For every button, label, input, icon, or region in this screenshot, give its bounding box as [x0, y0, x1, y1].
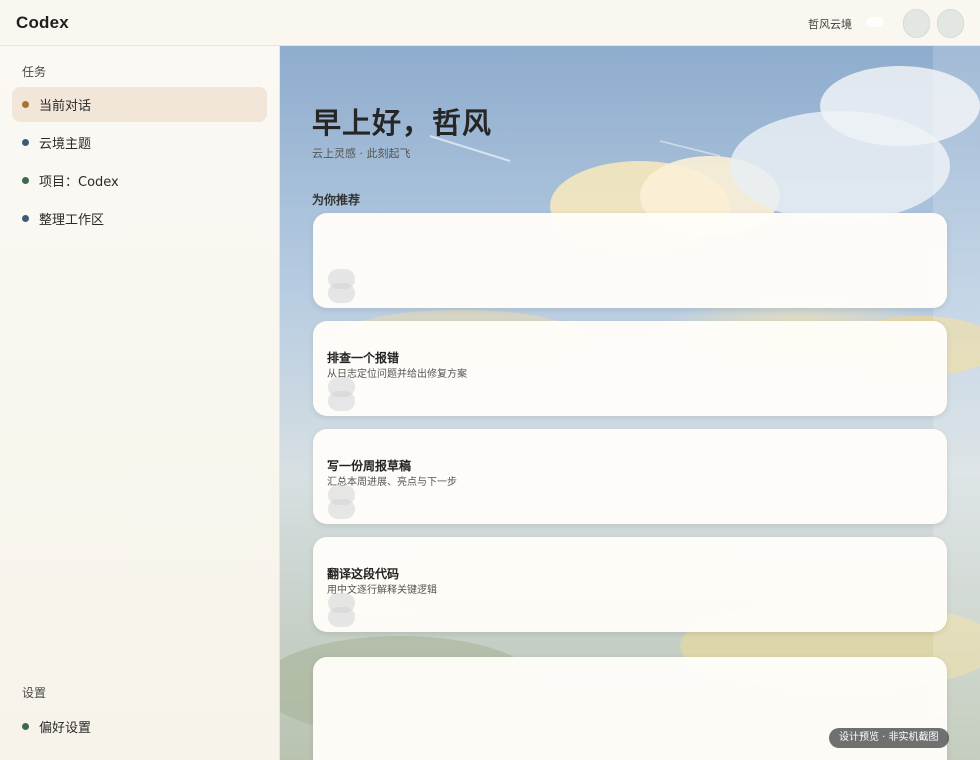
dot-icon — [22, 723, 29, 730]
settings-section-label: 设置 — [22, 686, 47, 700]
card-title: 排查一个报错 — [327, 351, 400, 365]
suggestion-card[interactable] — [313, 213, 947, 308]
sidebar-item-label: 项目：Codex — [39, 175, 119, 190]
app-title: Codex — [16, 13, 69, 32]
title-bar: Codex 哲风云境 — [0, 0, 980, 46]
dot-icon — [22, 101, 29, 108]
dot-icon — [22, 215, 29, 222]
suggestion-card[interactable]: 排查一个报错 从日志定位问题并给出修复方案 — [313, 321, 947, 416]
recommend-label: 为你推荐 — [312, 193, 361, 207]
greeting-title: 早上好，哲风 — [312, 106, 493, 140]
menu-button[interactable] — [937, 9, 964, 38]
sidebar-item-current-chat[interactable]: 当前对话 — [12, 87, 267, 122]
placeholder-icon — [328, 391, 355, 411]
sidebar-item-label: 偏好设置 — [39, 721, 92, 736]
suggestion-card[interactable]: 翻译这段代码 用中文逐行解释关键逻辑 — [313, 537, 947, 632]
dot-icon — [22, 139, 29, 146]
workspace-name[interactable]: 哲风云境 — [808, 16, 852, 32]
sidebar-item-label: 云境主题 — [39, 137, 92, 152]
sidebar-item-preferences[interactable]: 偏好设置 — [12, 709, 267, 744]
avatar-button[interactable] — [903, 9, 930, 38]
card-title: 翻译这段代码 — [327, 567, 400, 581]
card-title: 写一份周报草稿 — [327, 459, 412, 473]
status-pill — [866, 17, 884, 27]
sidebar-item-cloud-theme[interactable]: 云境主题 — [12, 125, 267, 160]
placeholder-icon — [328, 607, 355, 627]
sidebar: 任务 当前对话 云境主题 项目：Codex 整理工作区 设置 偏好设置 — [0, 46, 280, 760]
greeting-subtitle: 云上灵感 · 此刻起飞 — [312, 147, 411, 160]
sidebar-item-label: 当前对话 — [39, 99, 92, 114]
placeholder-icon — [328, 499, 355, 519]
preview-badge: 设计预览 · 非实机截图 — [829, 728, 949, 748]
sidebar-item-organize-workspace[interactable]: 整理工作区 — [12, 201, 267, 236]
sidebar-item-project-codex[interactable]: 项目：Codex — [12, 163, 267, 198]
main-panel: 早上好，哲风 云上灵感 · 此刻起飞 为你推荐 排查一个报错 从日志定位问题并给… — [280, 46, 980, 760]
tasks-section-label: 任务 — [22, 65, 47, 79]
placeholder-icon — [328, 283, 355, 303]
suggestion-card[interactable]: 写一份周报草稿 汇总本周进展、亮点与下一步 — [313, 429, 947, 524]
sidebar-item-label: 整理工作区 — [39, 213, 105, 228]
dot-icon — [22, 177, 29, 184]
